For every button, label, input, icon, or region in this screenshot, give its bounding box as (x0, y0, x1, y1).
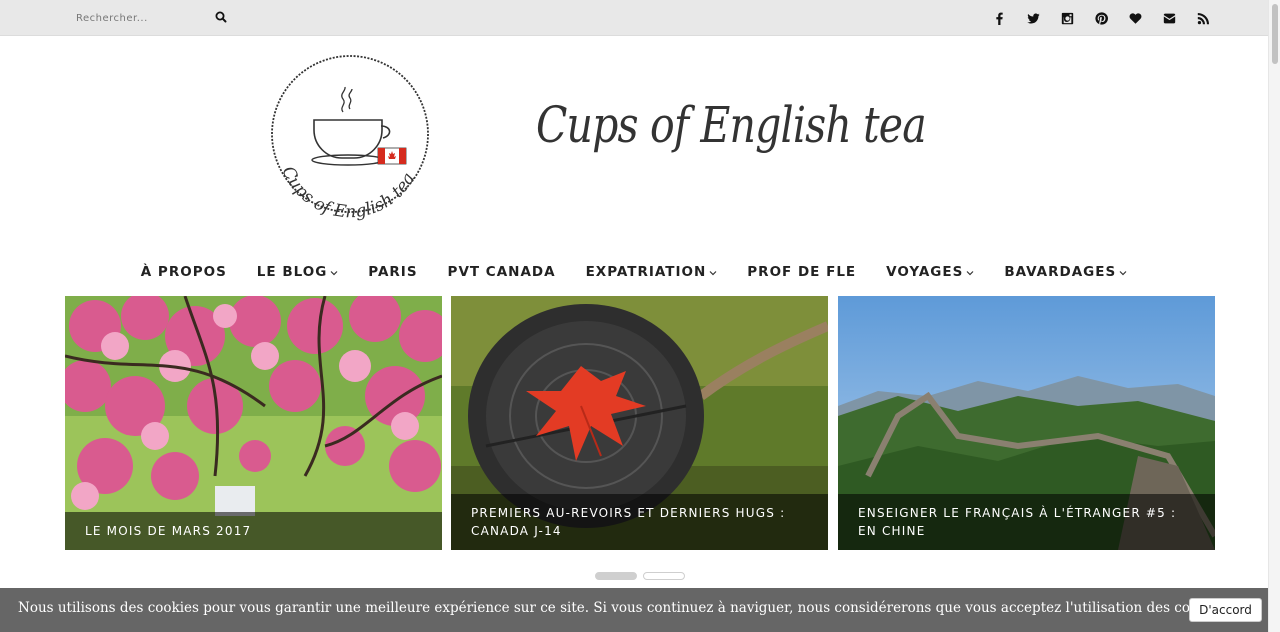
nav-label: VOYAGES (886, 264, 964, 280)
social-links (982, 0, 1220, 36)
pinterest-icon[interactable] (1084, 0, 1118, 36)
cookie-message: Nous utilisons des cookies pour vous gar… (18, 600, 1230, 616)
site-logo[interactable]: Cups of English tea (268, 52, 434, 228)
slide-caption: PREMIERS AU-REVOIRS ET DERNIERS HUGS : C… (451, 494, 828, 550)
nav-item-le-blog[interactable]: LE BLOG (257, 264, 339, 280)
chevron-down-icon (709, 270, 717, 275)
search-input[interactable] (68, 7, 198, 29)
nav-item-bavardages[interactable]: BAVARDAGES (1004, 264, 1127, 280)
site-title[interactable]: Cups of English tea (536, 96, 927, 154)
slide-cherry-blossoms[interactable]: LE MOIS DE MARS 2017 (65, 296, 442, 550)
chevron-down-icon (1119, 270, 1127, 275)
main-nav: À PROPOS LE BLOG PARIS PVT CANADA EXPATR… (0, 258, 1268, 286)
nav-label: PVT CANADA (447, 264, 556, 280)
envelope-icon[interactable] (1152, 0, 1186, 36)
slide-caption: ENSEIGNER LE FRANÇAIS À L'ÉTRANGER #5 : … (838, 494, 1215, 550)
search-icon[interactable] (214, 10, 228, 24)
nav-label: À PROPOS (140, 264, 227, 280)
rss-icon[interactable] (1186, 0, 1220, 36)
twitter-icon[interactable] (1016, 0, 1050, 36)
nav-item-pvt-canada[interactable]: PVT CANADA (448, 264, 556, 280)
slider-dot[interactable] (643, 572, 685, 580)
nav-label: PROF DE FLE (747, 264, 857, 280)
nav-item-paris[interactable]: PARIS (368, 264, 417, 280)
slide-great-wall[interactable]: ENSEIGNER LE FRANÇAIS À L'ÉTRANGER #5 : … (838, 296, 1215, 550)
nav-label: PARIS (368, 264, 418, 280)
chevron-down-icon (966, 270, 974, 275)
scrollbar-thumb[interactable] (1272, 4, 1278, 64)
nav-item-voyages[interactable]: VOYAGES (886, 264, 974, 280)
slider-dot[interactable] (595, 572, 637, 580)
nav-item-expatriation[interactable]: EXPATRIATION (586, 264, 718, 280)
top-bar (0, 0, 1280, 36)
logo-text: Cups of English tea (277, 163, 419, 222)
nav-label: BAVARDAGES (1004, 264, 1117, 280)
nav-item-a-propos[interactable]: À PROPOS (141, 264, 227, 280)
nav-label: EXPATRIATION (585, 264, 707, 280)
cookie-banner: Nous utilisons des cookies pour vous gar… (0, 588, 1280, 632)
cookie-accept-button[interactable]: D'accord (1189, 598, 1262, 622)
nav-item-prof-de-fle[interactable]: PROF DE FLE (747, 264, 856, 280)
search-form (68, 6, 232, 30)
facebook-icon[interactable] (982, 0, 1016, 36)
nav-label: LE BLOG (256, 264, 328, 280)
instagram-icon[interactable] (1050, 0, 1084, 36)
featured-slider: LE MOIS DE MARS 2017 PREMIERS AU-REVOIRS… (65, 296, 1215, 550)
slide-maple-leaf[interactable]: PREMIERS AU-REVOIRS ET DERNIERS HUGS : C… (451, 296, 828, 550)
page-scrollbar[interactable] (1268, 0, 1280, 632)
heart-icon[interactable] (1118, 0, 1152, 36)
slide-caption: LE MOIS DE MARS 2017 (65, 512, 442, 550)
chevron-down-icon (330, 270, 338, 275)
svg-text:Cups of English tea: Cups of English tea (277, 163, 419, 222)
slider-pagination (595, 572, 685, 580)
